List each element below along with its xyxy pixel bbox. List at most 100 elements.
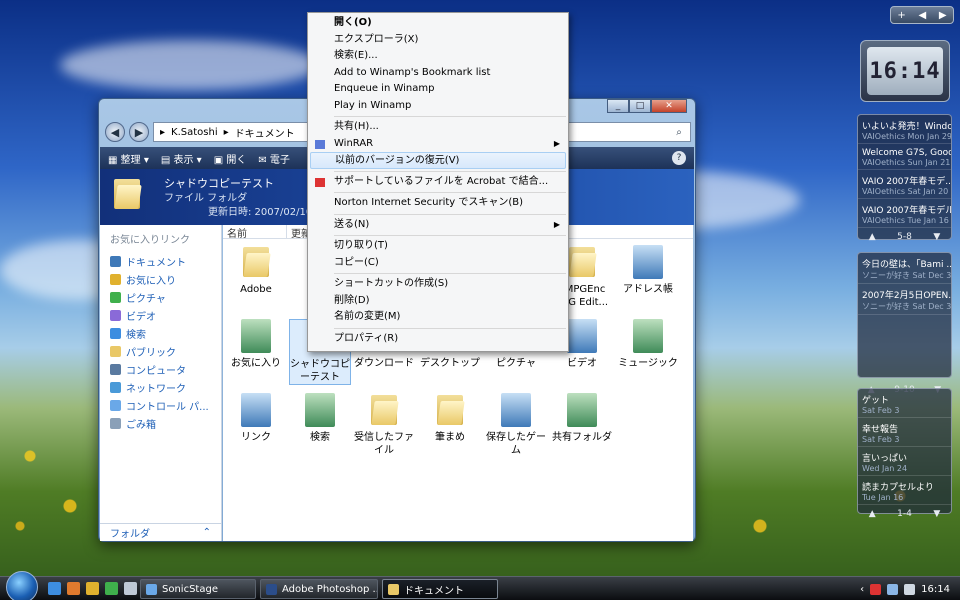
nav-link-documents[interactable]: ドキュメント <box>100 252 221 270</box>
nav-link-network[interactable]: ネットワーク <box>100 378 221 396</box>
ie-icon[interactable] <box>48 582 61 595</box>
forward-button[interactable]: ▶ <box>129 122 149 142</box>
organize-button[interactable]: ▦ 整理 ▾ <box>108 151 149 166</box>
file-item[interactable]: リンク <box>225 393 287 444</box>
menu-item[interactable]: プロパティ(R) <box>308 331 568 348</box>
menu-item[interactable]: コピー(C) <box>308 255 568 272</box>
feed-item-meta: VAIOethics Tue Jan 16 <box>862 216 949 225</box>
firefox-icon[interactable] <box>67 582 80 595</box>
feed-item[interactable]: VAIO 2007年春モデル VAIOethics Tue Jan 16 <box>858 199 951 228</box>
feed-item[interactable]: 言いっぱい Wed Jan 24 <box>858 447 951 476</box>
file-item[interactable]: アドレス帳 <box>617 245 679 296</box>
menu-item[interactable]: ショートカットの作成(S) <box>308 276 568 293</box>
file-item[interactable]: 保存したゲーム <box>485 393 547 457</box>
file-item[interactable]: Adobe <box>225 245 287 296</box>
media-icon[interactable] <box>86 582 99 595</box>
mail-icon[interactable] <box>124 582 137 595</box>
add-gadget-icon[interactable]: + <box>897 10 905 21</box>
taskbar-button-sonicstage[interactable]: SonicStage <box>140 579 256 599</box>
views-button[interactable]: ▤ 表示 ▾ <box>161 151 202 166</box>
special-folder-icon <box>565 319 599 353</box>
nav-link-videos[interactable]: ビデオ <box>100 306 221 324</box>
menu-item[interactable]: 開く(O) <box>308 15 568 32</box>
menu-item[interactable]: Enqueue in Winamp <box>308 81 568 98</box>
nav-link-recycle-bin[interactable]: ごみ箱 <box>100 414 221 432</box>
feed-gadget-1[interactable]: いよいよ発売！Windo...VAIOethics Mon Jan 29Welc… <box>857 114 952 242</box>
network-icon[interactable] <box>887 583 899 595</box>
next-icon[interactable]: ▶ <box>939 10 947 21</box>
security-icon[interactable] <box>870 583 882 595</box>
feed-pager[interactable]: ▲ 5-8 ▼ <box>858 228 951 246</box>
menu-item[interactable]: 削除(D) <box>308 293 568 310</box>
nav-link-public[interactable]: パブリック <box>100 342 221 360</box>
email-button[interactable]: ✉ 電子 <box>258 151 290 166</box>
file-item[interactable]: 筆まめ <box>419 393 481 444</box>
menu-item[interactable]: サポートしているファイルを Acrobat で結合... <box>308 174 568 191</box>
menu-item[interactable]: Play in Winamp <box>308 98 568 115</box>
menu-item[interactable]: Add to Winamp's Bookmark list <box>308 65 568 82</box>
nav-link-control-panel[interactable]: コントロール パ... <box>100 396 221 414</box>
menu-item[interactable]: Norton Internet Security でスキャン(B) <box>308 195 568 212</box>
breadcrumb-documents[interactable]: ドキュメント <box>235 125 295 140</box>
menu-item[interactable]: WinRAR ▶ <box>308 136 568 153</box>
player-icon[interactable] <box>105 582 118 595</box>
menu-item[interactable]: 検索(E)... <box>308 48 568 65</box>
menu-item[interactable]: 切り取り(T) <box>308 238 568 255</box>
menu-item[interactable]: 送る(N) ▶ <box>308 217 568 234</box>
feed-gadget-3[interactable]: ゲット Sat Feb 3 幸せ報告 Sat Feb 3 言いっぱい Wed Jan 24… <box>857 388 952 519</box>
file-item[interactable]: 受信したファイル <box>353 393 415 457</box>
menu-item[interactable]: エクスプローラ(X) <box>308 32 568 49</box>
clock-gadget[interactable]: 16:14 <box>860 40 950 102</box>
back-button[interactable]: ◀ <box>105 122 125 142</box>
file-label: 検索 <box>310 432 330 443</box>
feed-item[interactable]: VAIO 2007年春モデ... VAIOethics Sat Jan 20 <box>858 170 951 199</box>
feed-item[interactable]: ゲット Sat Feb 3 <box>858 389 951 418</box>
help-icon[interactable]: ? <box>672 151 686 165</box>
menu-item-label: 共有(H)... <box>334 121 379 132</box>
feed-item-meta: VAIOethics Mon Jan 29 <box>862 132 951 141</box>
feed-item[interactable]: いよいよ発売！Windo...VAIOethics Mon Jan 29 <box>858 115 951 144</box>
feed-item[interactable]: 読まカプセルより Tue Jan 16 <box>858 476 951 505</box>
file-item[interactable]: お気に入り <box>225 319 287 370</box>
nav-link-computer[interactable]: コンピュータ <box>100 360 221 378</box>
search-icon[interactable]: ⌕ <box>668 127 690 138</box>
column-name[interactable]: 名前 <box>223 225 287 240</box>
menu-item[interactable]: 名前の変更(M) <box>308 309 568 326</box>
feed-pager[interactable]: ▲ 1-4 ▼ <box>858 505 951 523</box>
open-button[interactable]: ▣ 開く <box>214 151 247 166</box>
menu-item-label: サポートしているファイルを Acrobat で結合... <box>334 175 549 187</box>
nav-link-favorites[interactable]: お気に入り <box>100 270 221 288</box>
nav-link-search[interactable]: 検索 <box>100 324 221 342</box>
folders-toggle[interactable]: フォルダ ⌃ <box>100 523 221 541</box>
sidebar-controls[interactable]: + ◀ ▶ <box>890 6 954 24</box>
volume-icon[interactable] <box>904 583 916 595</box>
close-button[interactable]: ✕ <box>651 99 687 113</box>
nav-link-pictures[interactable]: ピクチャ <box>100 288 221 306</box>
file-item[interactable]: 検索 <box>289 393 351 444</box>
folders-label: フォルダ <box>110 529 150 540</box>
file-label: ミュージック <box>618 358 678 369</box>
feed-item[interactable]: 2007年2月5日OPEN... ソニーが好き Sat Dec 30 <box>858 284 951 315</box>
file-item[interactable]: 共有フォルダ <box>551 393 613 444</box>
menu-item-icon <box>315 177 325 187</box>
tray-expand-icon[interactable]: ‹ <box>860 584 864 595</box>
maximize-button[interactable]: □ <box>629 99 651 113</box>
minimize-button[interactable]: _ <box>607 99 629 113</box>
nav-link-label: お気に入り <box>126 275 176 287</box>
prev-icon[interactable]: ◀ <box>918 10 926 21</box>
start-button[interactable] <box>6 571 38 600</box>
menu-item[interactable]: 以前のバージョンの復元(V) <box>310 152 566 169</box>
taskbar-button-photoshop[interactable]: Adobe Photoshop ... <box>260 579 378 599</box>
feed-item[interactable]: 幸せ報告 Sat Feb 3 <box>858 418 951 447</box>
feed-item[interactable]: Welcome G7S, Good ...VAIOethics Sun Jan … <box>858 144 951 170</box>
feed-item[interactable]: 今日の壁は、「Bami ... ソニーが好き Sat Dec 30 <box>858 253 951 284</box>
feed-gadget-2[interactable]: 今日の壁は、「Bami ... ソニーが好き Sat Dec 30 2007年2月5… <box>857 252 952 395</box>
tray-clock[interactable]: 16:14 <box>921 584 950 595</box>
feed-item-title: 幸せ報告 <box>862 425 899 435</box>
menu-item[interactable]: 共有(H)... <box>308 119 568 136</box>
taskbar-button-documents[interactable]: ドキュメント <box>382 579 498 599</box>
feed-item-title: 2007年2月5日OPEN... <box>862 291 951 301</box>
file-item[interactable]: ミュージック <box>617 319 679 370</box>
nav-link-label: パブリック <box>126 347 176 359</box>
breadcrumb-user[interactable]: K.Satoshi <box>171 127 218 138</box>
